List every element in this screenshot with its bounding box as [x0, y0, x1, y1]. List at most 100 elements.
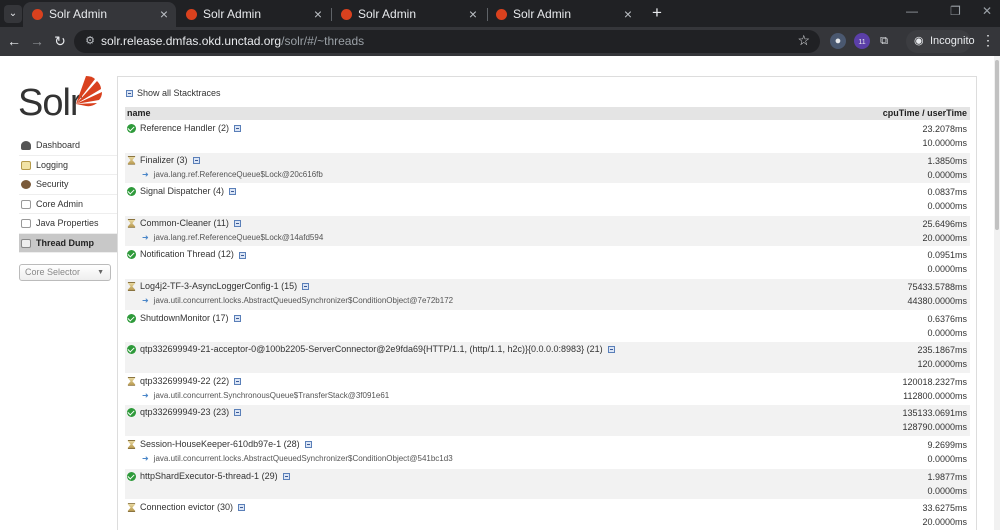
- tab-close-icon[interactable]: ×: [160, 2, 168, 27]
- java-properties-icon: [21, 219, 31, 228]
- expand-stacktrace-icon[interactable]: [304, 441, 312, 449]
- cpu-time: 25.6496ms: [922, 218, 967, 229]
- extensions-puzzle-icon[interactable]: ⧉: [876, 33, 892, 49]
- thread-name[interactable]: qtp332699949-21-acceptor-0@100b2205-Serv…: [140, 344, 615, 354]
- threads-table-header: name cpuTime / userTime: [125, 107, 970, 120]
- solr-favicon-icon: [341, 9, 352, 20]
- thread-name[interactable]: Signal Dispatcher (4): [140, 186, 237, 196]
- browser-tab-3[interactable]: Solr Admin ×: [332, 2, 485, 27]
- thread-name[interactable]: Finalizer (3): [140, 155, 200, 165]
- forward-icon[interactable]: →: [29, 33, 45, 49]
- tab-title: Solr Admin: [203, 7, 262, 21]
- thread-name[interactable]: httpShardExecutor-5-thread-1 (29): [140, 471, 290, 481]
- back-icon[interactable]: ←: [6, 33, 22, 49]
- tab-close-icon[interactable]: ×: [469, 2, 477, 27]
- expand-stacktrace-icon[interactable]: [607, 346, 615, 354]
- thread-name[interactable]: Common-Cleaner (11): [140, 218, 241, 228]
- cpu-time: 1.3850ms: [927, 155, 967, 166]
- expand-stacktrace-icon[interactable]: [282, 472, 290, 480]
- expand-stacktrace-icon[interactable]: [192, 156, 200, 164]
- thread-name[interactable]: qtp332699949-23 (23): [140, 407, 242, 417]
- user-time: 120.0000ms: [917, 359, 967, 370]
- user-time: 128790.0000ms: [902, 422, 967, 433]
- expand-stacktrace-icon[interactable]: [229, 188, 237, 196]
- waiting-state-icon: [127, 376, 136, 386]
- tab-close-icon[interactable]: ×: [314, 2, 322, 27]
- bookmark-star-icon[interactable]: ☆: [797, 32, 810, 49]
- solr-sunburst-icon: [76, 76, 102, 107]
- cpu-time: 235.1867ms: [917, 345, 967, 356]
- dashboard-icon: [21, 141, 31, 150]
- extension-icon[interactable]: ●: [830, 33, 846, 49]
- sidebar-item-security[interactable]: Security: [19, 175, 117, 195]
- extension-badge-icon[interactable]: 11: [854, 33, 870, 49]
- thread-row: ShutdownMonitor (17) 0.6376ms 0.0000ms: [125, 311, 970, 343]
- thread-row: httpShardExecutor-5-thread-1 (29) 1.9877m…: [125, 468, 970, 501]
- reload-icon[interactable]: ↻: [52, 33, 68, 49]
- sidebar-item-thread-dump[interactable]: Thread Dump: [19, 233, 117, 253]
- thread-name[interactable]: Reference Handler (2): [140, 123, 242, 133]
- solr-logo[interactable]: Solr: [18, 74, 108, 124]
- site-info-icon[interactable]: ⚙: [83, 34, 97, 48]
- thread-row: qtp332699949-22 (22) ➜ java.util.concurren…: [125, 374, 970, 406]
- restore-icon[interactable]: ❐: [950, 4, 961, 18]
- tab-search-button[interactable]: ⌄: [4, 5, 22, 23]
- runnable-state-icon: [127, 250, 136, 260]
- thread-dump-icon: [21, 238, 31, 248]
- user-time: 20.0000ms: [922, 517, 967, 528]
- runnable-state-icon: [127, 408, 136, 418]
- threads-table-body: Reference Handler (2) 23.2078ms 10.0000ms F…: [125, 121, 970, 532]
- thread-row: Finalizer (3) ➜ java.lang.ref.ReferenceQue…: [125, 152, 970, 185]
- thread-name[interactable]: Notification Thread (12): [140, 249, 246, 259]
- lock-arrow-icon: ➜: [142, 169, 149, 179]
- url-text[interactable]: solr.release.dmfas.okd.unctad.org/solr/#…: [101, 30, 364, 53]
- expand-stacktrace-icon[interactable]: [302, 283, 310, 291]
- thread-name[interactable]: Session-HouseKeeper-610db97e-1 (28): [140, 439, 312, 449]
- expand-stacktrace-icon[interactable]: [233, 314, 241, 322]
- new-tab-button[interactable]: +: [647, 3, 667, 23]
- sidebar-item-dashboard[interactable]: Dashboard: [19, 136, 117, 156]
- user-time: 112800.0000ms: [903, 390, 967, 401]
- thread-name[interactable]: qtp332699949-22 (22): [140, 376, 242, 386]
- tab-close-icon[interactable]: ×: [624, 2, 632, 27]
- expand-stacktrace-icon[interactable]: [234, 409, 242, 417]
- cpu-time: 0.0951ms: [927, 250, 967, 261]
- thread-name[interactable]: ShutdownMonitor (17): [140, 313, 241, 323]
- core-selector-dropdown[interactable]: Core Selector ▼: [19, 264, 111, 281]
- browser-tab-1[interactable]: Solr Admin ×: [23, 2, 176, 27]
- expand-stacktrace-icon[interactable]: [233, 219, 241, 227]
- scrollbar-thumb[interactable]: [995, 60, 999, 230]
- incognito-icon: ◉: [914, 35, 924, 47]
- address-bar[interactable]: ⚙ solr.release.dmfas.okd.unctad.org/solr…: [74, 30, 820, 53]
- tab-title: Solr Admin: [358, 7, 417, 21]
- expand-stacktrace-icon[interactable]: [238, 251, 246, 259]
- user-time: 0.0000ms: [927, 327, 967, 338]
- sidebar-item-logging[interactable]: Logging: [19, 156, 117, 175]
- close-window-icon[interactable]: ✕: [982, 4, 992, 18]
- minimize-icon[interactable]: —: [906, 4, 918, 18]
- core-admin-icon: [21, 199, 31, 209]
- user-time: 20.0000ms: [922, 232, 967, 243]
- sidebar-item-java-properties[interactable]: Java Properties: [19, 214, 117, 234]
- browser-chrome: ⌄ Solr Admin × Solr Admin × Solr Admin ×…: [0, 0, 1000, 56]
- browser-tab-4[interactable]: Solr Admin ×: [487, 2, 640, 27]
- expand-stacktrace-icon[interactable]: [238, 504, 246, 512]
- browser-tab-2[interactable]: Solr Admin ×: [177, 2, 330, 27]
- cpu-time: 0.6376ms: [927, 313, 967, 324]
- incognito-indicator[interactable]: ◉ Incognito: [906, 30, 975, 53]
- cpu-time: 135133.0691ms: [902, 408, 967, 419]
- browser-menu-icon[interactable]: ⋮: [981, 32, 995, 49]
- thread-name[interactable]: Connection evictor (30): [140, 502, 246, 512]
- lock-info: ➜ java.lang.ref.ReferenceQueue$Lock@20c61…: [142, 169, 323, 179]
- page-scrollbar[interactable]: [994, 56, 1000, 530]
- waiting-state-icon: [127, 281, 136, 291]
- show-all-stacktraces-link[interactable]: Show all Stacktraces: [126, 88, 221, 98]
- expand-stacktrace-icon[interactable]: [234, 377, 242, 385]
- thread-row: Signal Dispatcher (4) 0.0837ms 0.0000ms: [125, 184, 970, 216]
- sidebar-item-core-admin[interactable]: Core Admin: [19, 195, 117, 214]
- sidebar-nav: Dashboard Logging Security Core Admin Ja…: [19, 136, 117, 253]
- expand-stacktrace-icon[interactable]: [234, 125, 242, 133]
- lock-info: ➜ java.util.concurrent.locks.AbstractQueu…: [142, 295, 454, 305]
- thread-row: Common-Cleaner (11) ➜ java.lang.ref.Refere…: [125, 215, 970, 248]
- thread-name[interactable]: Log4j2-TF-3-AsyncLoggerConfig-1 (15): [140, 281, 310, 291]
